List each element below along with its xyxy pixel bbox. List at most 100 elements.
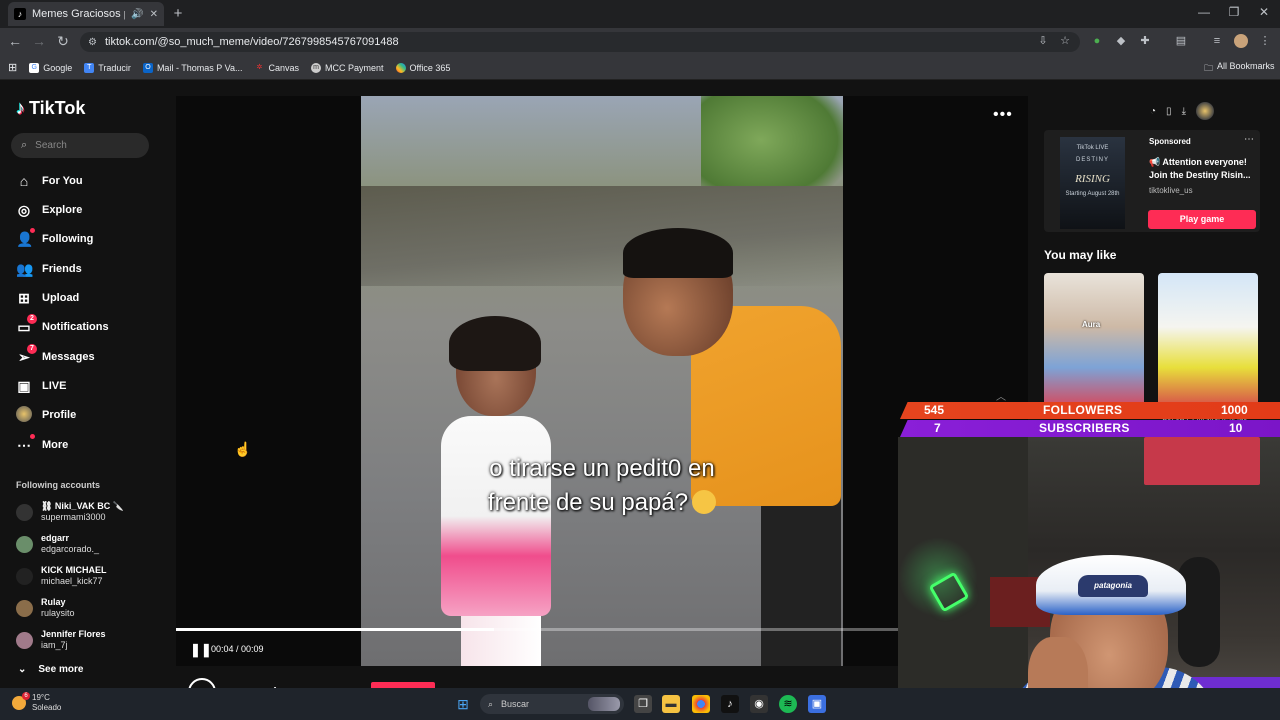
bookmark-canvas[interactable]: ✲ Canvas (254, 63, 299, 73)
progress-fill (176, 628, 494, 631)
bookmark-office-365[interactable]: Office 365 (395, 62, 450, 73)
bookmark-traducir[interactable]: T Traducir (84, 62, 131, 73)
following-account[interactable]: edgarr edgarcorado._ (16, 530, 156, 558)
all-bookmarks-button[interactable]: 🗀 All Bookmarks (1204, 61, 1275, 77)
nav-notifications[interactable]: ▭ 2 Notifications (16, 313, 166, 338)
scroll-up-icon[interactable]: ︿ (996, 388, 1006, 403)
webcam-overlay: patagonia (898, 437, 1280, 720)
avatar (16, 535, 33, 553)
sun-icon: 6 (12, 692, 30, 710)
following-account[interactable]: Rulay rulaysito (16, 594, 156, 622)
nav-friends[interactable]: 👥 Friends (16, 258, 166, 280)
video-more-icon[interactable]: ••• (993, 106, 1013, 124)
more-icon: ⋯ (16, 433, 35, 454)
menu-icon[interactable]: ⋮ (1258, 34, 1272, 48)
close-window-button[interactable]: ✕ (1254, 5, 1274, 19)
bookmark-mcc-payment[interactable]: m MCC Payment (310, 62, 384, 73)
new-tab-button[interactable]: + (170, 5, 186, 22)
restore-button[interactable]: ❐ (1224, 5, 1244, 19)
video-progress-bar[interactable] (176, 628, 898, 631)
profile-avatar[interactable] (1234, 34, 1248, 48)
address-bar[interactable]: ⚙ tiktok.com/@so_much_meme/video/7267998… (80, 32, 1080, 52)
nav-more[interactable]: ⋯ More (16, 433, 166, 456)
thumbnail-label: Aura (1082, 320, 1101, 329)
puzzle-icon[interactable]: ✚ (1138, 34, 1152, 48)
video-scenery (361, 186, 843, 286)
ad-text: 📢 Attention everyone! Join the Destiny R… (1149, 157, 1251, 180)
windows-start-icon[interactable]: ⊞ (454, 695, 472, 713)
extension-icon[interactable]: ◆ (1114, 34, 1128, 48)
friends-icon: 👥 (16, 260, 34, 277)
webcam-background (1144, 437, 1260, 485)
bookmarks-bar: ⊞ G Google T Traducir O Mail - Thomas P Va.… (0, 56, 1280, 80)
bookmark-mail[interactable]: O Mail - Thomas P Va... (142, 62, 242, 73)
bookmark-google[interactable]: G Google (29, 62, 72, 73)
reading-list-icon[interactable]: ▤ (1174, 34, 1188, 48)
nav-explore[interactable]: ◎ Explore (16, 199, 166, 221)
search-input[interactable]: ⌕ Search (11, 133, 149, 158)
speaker-icon[interactable]: 🔊 (131, 9, 143, 20)
app-icon[interactable]: ▣ (808, 695, 826, 713)
apps-icon[interactable]: ⊞ (8, 61, 17, 74)
emoji-icon (692, 490, 717, 514)
chrome-icon[interactable] (692, 695, 710, 713)
nav-profile[interactable]: Profile (16, 404, 166, 426)
install-icon[interactable]: ⇩ (1036, 34, 1050, 48)
avatar (16, 405, 32, 425)
spotify-icon[interactable]: ≋ (779, 695, 797, 713)
ad-image[interactable]: TikTok LIVE DESTINY RISING Starting Augu… (1060, 137, 1125, 229)
following-icon: 👤 (16, 227, 35, 248)
following-account[interactable]: KICK MICHAEL michael_kick77 (16, 562, 156, 590)
download-icon[interactable]: ⤓ (1182, 106, 1186, 117)
chevron-down-icon: ⌄ (18, 664, 27, 675)
nav-live[interactable]: ▣ LIVE (16, 375, 166, 397)
nav-messages[interactable]: ➢ 7 Messages (16, 343, 166, 368)
recommended-video-thumbnail[interactable] (1044, 273, 1144, 408)
profile-avatar[interactable] (1195, 102, 1214, 120)
play-game-button[interactable]: Play game (1148, 210, 1256, 229)
translate-icon: T (84, 62, 95, 73)
video-frame[interactable]: o tirarse un pedit0 en frente de su papá… (361, 96, 843, 666)
nav-following[interactable]: 👤 Following (16, 227, 166, 250)
device-icon[interactable]: ▯ (1166, 106, 1172, 117)
back-button[interactable]: ← (6, 33, 24, 49)
media-control-icon[interactable]: ≡ (1210, 34, 1224, 48)
tiktok-app-icon[interactable]: ♪ (721, 695, 739, 713)
reload-button[interactable]: ↻ (54, 33, 72, 50)
nav-for-you[interactable]: ⌂ For You (16, 170, 166, 192)
bookmark-star-icon[interactable]: ☆ (1058, 34, 1072, 48)
tiktok-logo[interactable]: ♪ TikTok (16, 98, 85, 119)
recommended-video-thumbnail[interactable] (1158, 273, 1258, 408)
task-view-icon[interactable]: ❐ (634, 695, 652, 713)
file-explorer-icon[interactable]: ▬ (662, 695, 680, 713)
following-account[interactable]: Jennifer Flores iam_7j (16, 626, 156, 654)
close-tab-icon[interactable]: ✕ (150, 9, 158, 20)
avatar (16, 503, 33, 521)
site-info-icon[interactable]: ⚙ (88, 37, 97, 48)
subscribers-goal-bar: 7 SUBSCRIBERS 10 (900, 420, 1280, 437)
webcam-person (1178, 557, 1220, 667)
forward-button[interactable]: → (30, 33, 48, 49)
pause-icon[interactable]: ❚❚ (190, 642, 212, 658)
video-person (449, 316, 541, 371)
ad-more-icon[interactable]: ⋯ (1244, 134, 1254, 145)
weather-widget[interactable]: 6 19°C Soleado (12, 692, 61, 713)
live-icon: ▣ (17, 377, 31, 394)
notification-dot (30, 227, 35, 233)
taskbar-search[interactable]: ⌕ Buscar (480, 694, 624, 714)
search-highlight-icon (588, 697, 620, 711)
tiktok-note-icon: ♪ (16, 98, 25, 118)
browser-tab[interactable]: ♪ Memes Graciosos para Par 🔊 ✕ (8, 2, 164, 26)
nav-upload[interactable]: ⊞ Upload (16, 287, 166, 309)
tiktok-favicon-icon: ♪ (14, 8, 26, 20)
home-icon: ⌂ (19, 173, 29, 189)
following-account[interactable]: ⛓ Niki_VAK BC 🔪 supermami3000 (16, 498, 156, 526)
see-more-button[interactable]: ⌄ See more (18, 664, 83, 675)
office-icon (395, 62, 406, 73)
obs-icon[interactable]: ◉ (750, 695, 768, 713)
coin-icon[interactable]: ◔ (1150, 106, 1156, 117)
minimize-button[interactable]: — (1194, 5, 1214, 19)
grammarly-icon[interactable]: ● (1090, 34, 1104, 48)
sponsored-label: Sponsored (1149, 137, 1191, 146)
inbox-icon: ▭ 2 (16, 313, 37, 336)
